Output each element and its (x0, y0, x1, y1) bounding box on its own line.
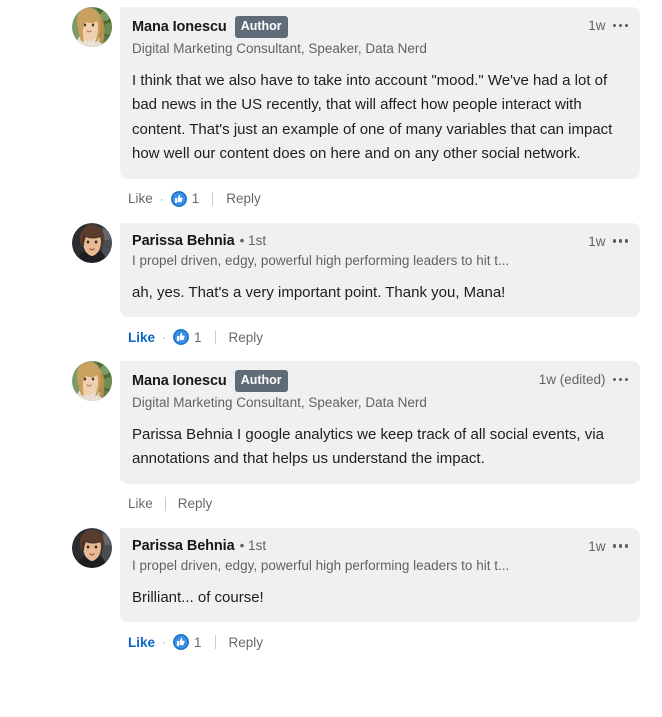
avatar-parissa-behnia[interactable] (72, 527, 112, 568)
action-divider (214, 330, 216, 344)
reaction-count: 1 (194, 634, 202, 650)
comment-body: Brilliant... of course! (132, 588, 264, 606)
comment-item: Mana Ionescu Author Digital Marketing Cons… (0, 7, 662, 210)
separator-dot: · (162, 330, 167, 344)
comments-thread: Mana Ionescu Author Digital Marketing Cons… (0, 0, 662, 653)
commenter-name-line: Mana Ionescu Author (132, 370, 427, 392)
action-divider (214, 635, 216, 649)
comment-bubble: Parissa Behnia • 1st I propel driven, edgy… (120, 527, 640, 622)
commenter-identity: Mana Ionescu Author Digital Marketing Cons… (132, 16, 427, 58)
commenter-name[interactable]: Mana Ionescu (132, 372, 227, 390)
comment-options-icon[interactable] (612, 542, 628, 550)
commenter-name-line: Mana Ionescu Author (132, 16, 427, 38)
reply-button[interactable]: Reply (229, 635, 264, 650)
comment-item: Parissa Behnia • 1st I propel driven, edgy… (0, 527, 662, 654)
avatar-mana-ionescu[interactable] (72, 361, 112, 401)
comment-meta: 1w (588, 232, 628, 249)
author-badge: Author (234, 16, 288, 38)
comment-timestamp: 1w (588, 18, 606, 33)
comment-timestamp: 1w (588, 538, 606, 554)
comment-main: Parissa Behnia • 1st I propel driven, edgy… (120, 222, 640, 349)
action-divider (164, 496, 166, 511)
comment-actions: Like · 1 Reply (120, 179, 640, 210)
comment-main: Mana Ionescu Author Digital Marketing Cons… (120, 361, 640, 515)
commenter-name[interactable]: Parissa Behnia (132, 232, 235, 250)
comment-main: Parissa Behnia • 1st I propel driven, edgy… (120, 527, 640, 654)
avatar[interactable] (72, 7, 112, 47)
comment-meta: 1w (edited) (539, 370, 628, 387)
comment-main: Mana Ionescu Author Digital Marketing Cons… (120, 7, 640, 210)
reaction-count: 1 (191, 191, 200, 206)
like-button[interactable]: Like (128, 330, 155, 345)
commenter-identity: Mana Ionescu Author Digital Marketing Cons… (132, 370, 427, 412)
comment-actions: Like · 1 Reply (120, 622, 640, 653)
connection-degree: • 1st (239, 232, 267, 248)
comment-header: Mana Ionescu Author Digital Marketing Cons… (132, 370, 628, 412)
reaction-thumbs-up[interactable]: 1 (170, 190, 200, 207)
commenter-name[interactable]: Mana Ionescu (132, 18, 227, 36)
reply-button[interactable]: Reply (178, 496, 213, 511)
commenter-headline: Digital Marketing Consultant, Speaker, D… (132, 40, 427, 56)
reply-button[interactable]: Reply (229, 330, 264, 345)
separator-dot: · (162, 635, 167, 649)
comment-meta: 1w (588, 537, 628, 554)
comment-timestamp: 1w (edited) (538, 372, 606, 387)
author-badge: Author (234, 370, 288, 392)
comment-body: ah, yes. That's a very important point. … (132, 283, 506, 301)
like-button[interactable]: Like (128, 191, 153, 206)
separator-dot: · (159, 191, 164, 206)
comment-actions: Like · 1 Reply (120, 317, 640, 348)
comment-item: Mana Ionescu Author Digital Marketing Cons… (0, 361, 662, 515)
commenter-headline: I propel driven, edgy, powerful high per… (132, 557, 510, 573)
comment-body: I think that we also have to take into a… (132, 71, 613, 163)
comment-bubble: Parissa Behnia • 1st I propel driven, edgy… (120, 222, 640, 317)
commenter-identity: Parissa Behnia • 1st I propel driven, edgy… (132, 537, 509, 575)
comment-options-icon[interactable] (612, 237, 628, 245)
commenter-identity: Parissa Behnia • 1st I propel driven, edgy… (132, 232, 509, 270)
like-button[interactable]: Like (128, 635, 155, 650)
reaction-count: 1 (194, 329, 202, 345)
comment-timestamp: 1w (588, 233, 606, 249)
comment-options-icon[interactable] (612, 22, 628, 30)
commenter-name-line: Parissa Behnia • 1st (132, 232, 509, 250)
commenter-headline: Digital Marketing Consultant, Speaker, D… (132, 394, 427, 410)
reaction-thumbs-up[interactable]: 1 (173, 329, 202, 345)
like-button[interactable]: Like (128, 496, 153, 511)
connection-degree: • 1st (239, 537, 267, 553)
comment-header: Parissa Behnia • 1st I propel driven, edgy… (132, 232, 628, 270)
comment-actions: Like Reply (120, 484, 640, 515)
avatar-mana-ionescu[interactable] (72, 7, 112, 47)
avatar[interactable] (72, 361, 112, 401)
avatar[interactable] (72, 222, 112, 263)
reaction-thumbs-up[interactable]: 1 (173, 634, 202, 650)
commenter-name-line: Parissa Behnia • 1st (132, 537, 509, 555)
comment-bubble: Mana Ionescu Author Digital Marketing Cons… (120, 361, 640, 484)
commenter-headline: I propel driven, edgy, powerful high per… (132, 252, 510, 268)
comment-bubble: Mana Ionescu Author Digital Marketing Cons… (120, 7, 640, 179)
avatar[interactable] (72, 527, 112, 568)
reply-button[interactable]: Reply (226, 191, 261, 206)
action-divider (212, 191, 214, 206)
comment-options-icon[interactable] (612, 376, 628, 384)
comment-header: Mana Ionescu Author Digital Marketing Cons… (132, 16, 628, 58)
commenter-name[interactable]: Parissa Behnia (132, 537, 235, 555)
comment-item: Parissa Behnia • 1st I propel driven, edgy… (0, 222, 662, 349)
comment-body: Parissa Behnia I google analytics we kee… (132, 425, 604, 468)
avatar-parissa-behnia[interactable] (72, 222, 112, 263)
comment-header: Parissa Behnia • 1st I propel driven, edgy… (132, 537, 628, 575)
comment-meta: 1w (588, 16, 628, 33)
